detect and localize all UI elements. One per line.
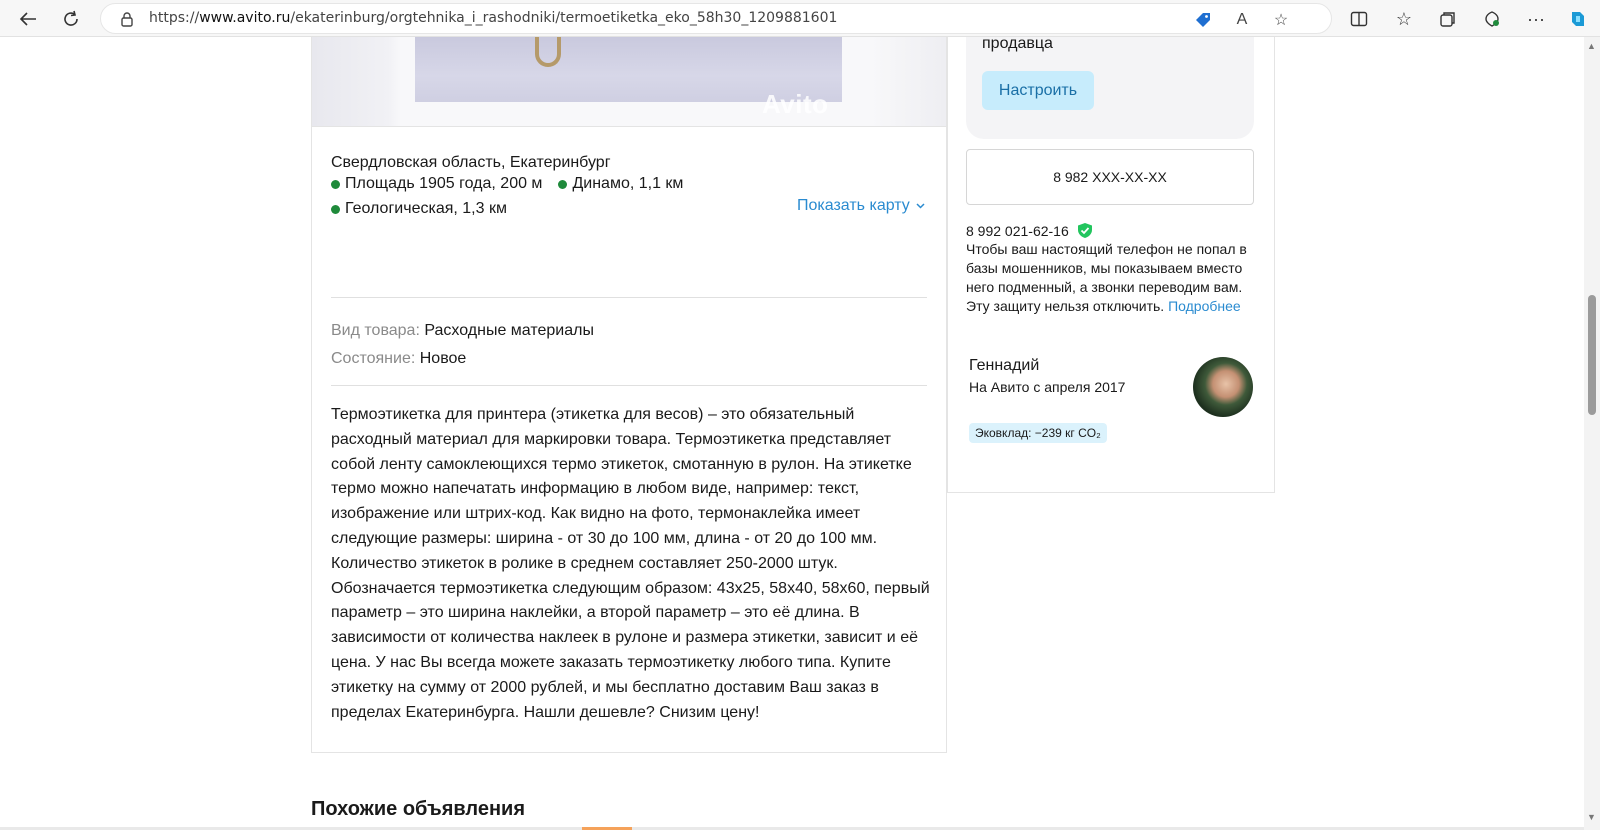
shield-check-icon	[1077, 223, 1092, 238]
browser-essentials-icon[interactable]	[1477, 4, 1507, 34]
setup-button[interactable]: Настроить	[982, 71, 1094, 110]
metro-line-icon	[331, 179, 340, 189]
read-aloud-icon[interactable]: A	[1231, 9, 1253, 31]
param-row: Состояние: Новое	[331, 350, 467, 367]
url-text[interactable]: https://www.avito.ru/ekaterinburg/orgteh…	[149, 10, 837, 26]
refresh-icon[interactable]	[56, 4, 86, 34]
shopping-tag-icon[interactable]	[1192, 9, 1214, 31]
param-row: Вид товара: Расходные материалы	[331, 322, 594, 339]
copilot-icon[interactable]	[1563, 4, 1593, 34]
label-roll-image	[535, 37, 561, 67]
back-icon[interactable]	[13, 4, 43, 34]
safe-phone: 8 992 021-62-16	[966, 222, 1093, 239]
lock-icon[interactable]	[119, 11, 135, 27]
seller-since: На Авито с апреля 2017	[969, 379, 1126, 395]
collections-icon[interactable]	[1433, 4, 1463, 34]
metro-line-icon	[558, 179, 568, 189]
metro-station: Площадь 1905 года, 200 м Динамо, 1,1 км	[331, 175, 683, 193]
avito-watermark: Avito	[762, 89, 829, 119]
favorites-icon[interactable]: ☆	[1389, 4, 1419, 34]
metro-station: Геологическая, 1,3 км	[331, 200, 507, 218]
eco-badge[interactable]: Эковклад: −239 кг CO₂	[969, 423, 1107, 443]
divider	[331, 297, 927, 298]
avatar[interactable]	[1193, 357, 1253, 417]
safe-phone-notice: Чтобы ваш настоящий телефон не попал в б…	[966, 241, 1247, 314]
address-bar[interactable]: https://www.avito.ru/ekaterinburg/orgteh…	[100, 3, 1332, 34]
similar-listings-title: Похожие объявления	[311, 798, 526, 820]
divider	[331, 385, 927, 386]
show-phone-button[interactable]: 8 982 XXX-XX-XX	[966, 149, 1254, 205]
page-scrollbar[interactable]: ▲ ▼	[1584, 37, 1600, 830]
browser-toolbar: https://www.avito.ru/ekaterinburg/orgteh…	[0, 0, 1600, 37]
call-settings-text: продавца	[982, 35, 1053, 52]
scroll-down-icon[interactable]: ▼	[1587, 812, 1596, 822]
split-screen-icon[interactable]	[1344, 4, 1374, 34]
call-settings-box: продавца Настроить	[966, 35, 1254, 139]
listing-card: Avito Свердловская область, Екатеринбург…	[311, 37, 947, 753]
show-map-link[interactable]: Показать карту	[797, 197, 925, 215]
more-link[interactable]: Подробнее	[1168, 298, 1241, 314]
listing-address: Свердловская область, Екатеринбург	[331, 154, 611, 171]
chevron-down-icon	[916, 203, 925, 209]
seller-name[interactable]: Геннадий	[969, 357, 1039, 375]
listing-description: Термоэтикетка для принтера (этикетка для…	[331, 406, 930, 721]
listing-photo[interactable]: Avito	[312, 37, 946, 127]
more-icon[interactable]: ···	[1521, 4, 1551, 34]
favorite-star-icon[interactable]: ☆	[1270, 9, 1292, 31]
metro-line-icon	[331, 204, 340, 214]
scrollbar-thumb[interactable]	[1588, 295, 1596, 415]
scroll-up-icon[interactable]: ▲	[1587, 41, 1596, 51]
